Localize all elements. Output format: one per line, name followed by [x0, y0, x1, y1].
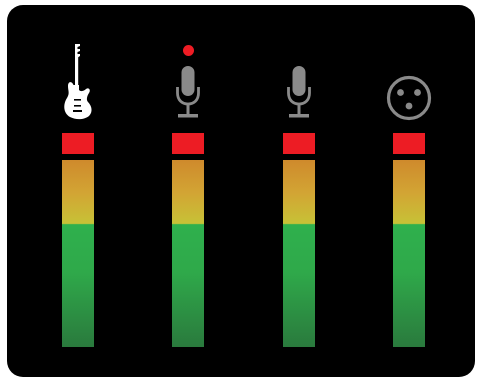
input-meter-panel	[7, 5, 475, 377]
clip-indicator	[283, 133, 315, 154]
level-meter	[172, 160, 204, 347]
xlr-connector-icon[interactable]	[386, 75, 432, 121]
channel-mic-1	[172, 5, 204, 377]
level-meter-fill	[393, 160, 425, 347]
clip-indicator	[62, 133, 94, 154]
channel-guitar	[62, 5, 94, 377]
channel-xlr	[386, 5, 432, 377]
level-meter	[283, 160, 315, 347]
level-meter-fill	[172, 160, 204, 347]
microphone-icon[interactable]	[175, 65, 201, 121]
channel-mic-2	[283, 5, 315, 377]
clip-indicator	[393, 133, 425, 154]
level-meter-fill	[283, 160, 315, 347]
clip-indicator	[172, 133, 204, 154]
level-meter-fill	[62, 160, 94, 347]
record-armed-indicator[interactable]	[182, 45, 194, 56]
microphone-icon[interactable]	[286, 65, 312, 121]
electric-guitar-icon[interactable]	[60, 43, 96, 121]
level-meter	[62, 160, 94, 347]
level-meter	[393, 160, 425, 347]
